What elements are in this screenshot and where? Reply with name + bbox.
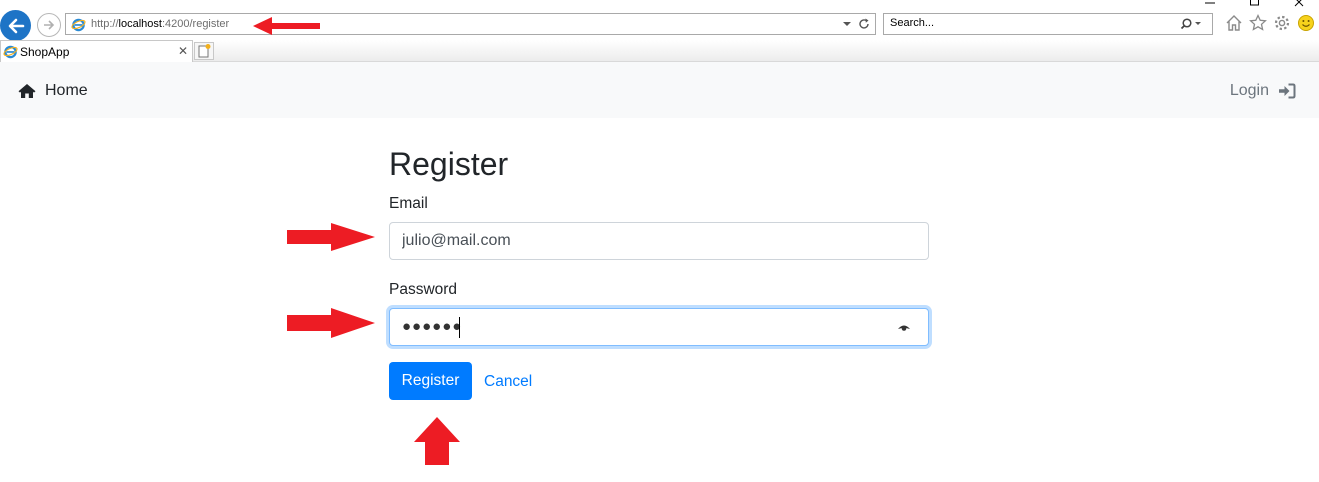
arrow-left-icon	[8, 18, 24, 33]
forward-button[interactable]	[37, 13, 61, 37]
smiley-feedback-icon[interactable]	[1296, 13, 1316, 33]
address-bar[interactable]: http://localhost:4200/register	[65, 13, 876, 35]
search-icon[interactable]	[1180, 17, 1202, 31]
app-navbar: Home Login	[0, 62, 1319, 118]
refresh-icon[interactable]	[857, 17, 871, 31]
tab-strip: ShopApp ✕	[0, 40, 1319, 62]
tab-title: ShopApp	[20, 45, 70, 59]
home-browser-icon[interactable]	[1224, 13, 1244, 33]
new-tab-button[interactable]	[194, 42, 214, 60]
page-title: Register	[389, 146, 509, 182]
password-masked-value: ●●●●●●	[402, 318, 463, 335]
address-text: http://localhost:4200/register	[91, 18, 230, 30]
gear-icon[interactable]	[1272, 13, 1292, 33]
arrow-right-icon	[44, 20, 55, 30]
back-button[interactable]	[0, 10, 31, 41]
register-button[interactable]: Register	[389, 362, 472, 400]
email-label: Email	[389, 195, 428, 212]
login-label: Login	[1229, 82, 1269, 99]
close-window-icon[interactable]	[1293, 0, 1307, 8]
ie-page-icon	[71, 18, 86, 32]
maximize-icon[interactable]	[1247, 0, 1261, 8]
cancel-link[interactable]: Cancel	[484, 373, 532, 391]
ie-tab-icon	[3, 45, 18, 59]
close-tab-icon[interactable]: ✕	[178, 44, 188, 58]
home-label: Home	[45, 82, 88, 99]
sign-in-icon	[1279, 83, 1296, 99]
annotation-arrow-register	[414, 417, 460, 465]
browser-chrome: http://localhost:4200/register Search...…	[0, 0, 1319, 62]
email-field[interactable]	[389, 222, 929, 260]
reveal-password-eye-icon[interactable]	[897, 323, 911, 333]
text-caret	[459, 317, 460, 338]
password-label: Password	[389, 281, 458, 298]
tab-shopapp[interactable]: ShopApp ✕	[0, 40, 193, 62]
annotation-arrow-password	[287, 308, 375, 338]
minimize-icon[interactable]	[1203, 0, 1217, 8]
search-box[interactable]	[883, 13, 1213, 35]
search-input[interactable]	[890, 17, 1170, 29]
home-icon	[18, 84, 36, 98]
new-tab-icon	[198, 44, 211, 58]
annotation-arrow-address	[253, 17, 320, 35]
annotation-arrow-email	[287, 223, 375, 251]
password-field[interactable]: ●●●●●●	[389, 308, 929, 346]
home-link[interactable]: Home	[18, 82, 88, 100]
login-link[interactable]: Login	[1230, 82, 1296, 100]
favorites-star-icon[interactable]	[1248, 13, 1268, 33]
chevron-down-icon[interactable]	[841, 17, 853, 31]
